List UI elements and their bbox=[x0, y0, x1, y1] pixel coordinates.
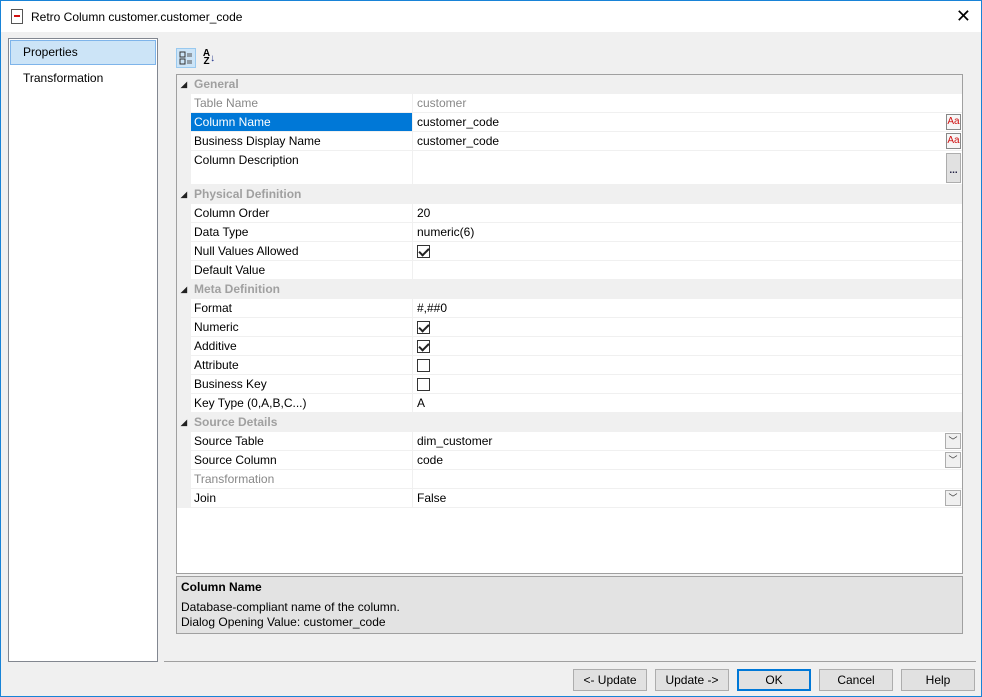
property-value[interactable]: customer_code bbox=[417, 115, 499, 129]
category-label: Physical Definition bbox=[194, 187, 302, 201]
property-value[interactable]: customer_code bbox=[417, 134, 499, 148]
text-editor-icon[interactable]: Aa bbox=[946, 133, 961, 149]
property-value[interactable]: A bbox=[417, 396, 425, 410]
property-row-null-values-allowed[interactable]: Null Values Allowed bbox=[177, 242, 962, 261]
categorized-view-button[interactable] bbox=[176, 48, 196, 68]
sort-az-icon: AZ bbox=[202, 48, 211, 67]
help-panel: Column Name Database-compliant name of t… bbox=[176, 576, 963, 634]
property-row-default-value[interactable]: Default Value bbox=[177, 261, 962, 280]
alphabetical-sort-button[interactable]: A Z ↓ bbox=[199, 48, 219, 68]
ok-button[interactable]: OK bbox=[737, 669, 811, 691]
categorized-icon bbox=[179, 51, 192, 65]
property-name: Numeric bbox=[191, 318, 413, 336]
checkbox[interactable] bbox=[417, 321, 430, 334]
ellipsis-button[interactable]: ... bbox=[946, 153, 961, 183]
property-row-attribute[interactable]: Attribute bbox=[177, 356, 962, 375]
property-row-data-type[interactable]: Data Type numeric(6) bbox=[177, 223, 962, 242]
chevron-down-icon[interactable]: ﹀ bbox=[945, 433, 961, 449]
property-value[interactable]: code bbox=[417, 453, 443, 467]
property-name: Additive bbox=[191, 337, 413, 355]
column-icon bbox=[11, 9, 23, 24]
property-row-column-order[interactable]: Column Order 20 bbox=[177, 204, 962, 223]
chevron-down-icon[interactable]: ﹀ bbox=[945, 490, 961, 506]
property-row-business-key[interactable]: Business Key bbox=[177, 375, 962, 394]
property-value[interactable]: False bbox=[417, 491, 446, 505]
divider bbox=[164, 661, 976, 662]
property-value: customer bbox=[417, 96, 467, 110]
property-row-column-description[interactable]: Column Description... bbox=[177, 151, 962, 185]
property-name: Column Order bbox=[191, 204, 413, 222]
checkbox[interactable] bbox=[417, 340, 430, 353]
previous-update-button[interactable]: <- Update bbox=[573, 669, 647, 691]
help-button[interactable]: Help bbox=[901, 669, 975, 691]
property-row-transformation[interactable]: Transformation bbox=[177, 470, 962, 489]
property-row-source-table[interactable]: Source Table dim_customer ﹀ bbox=[177, 432, 962, 451]
property-value[interactable]: dim_customer bbox=[417, 434, 492, 448]
property-name: Format bbox=[191, 299, 413, 317]
category-physical-definition[interactable]: ◢ Physical Definition bbox=[177, 185, 962, 204]
checkbox[interactable] bbox=[417, 378, 430, 391]
category-label: Meta Definition bbox=[194, 282, 280, 296]
property-row-table-name[interactable]: Table Name customer bbox=[177, 94, 962, 113]
property-name: Null Values Allowed bbox=[191, 242, 413, 260]
checkbox[interactable] bbox=[417, 245, 430, 258]
property-name: Column Description bbox=[191, 151, 413, 184]
checkbox[interactable] bbox=[417, 359, 430, 372]
property-row-join[interactable]: Join False ﹀ bbox=[177, 489, 962, 508]
collapse-icon[interactable]: ◢ bbox=[177, 75, 191, 93]
nav-item-properties[interactable]: Properties bbox=[10, 40, 156, 65]
property-value[interactable]: 20 bbox=[417, 206, 430, 220]
page-list: Properties Transformation bbox=[8, 38, 158, 662]
category-meta-definition[interactable]: ◢ Meta Definition bbox=[177, 280, 962, 299]
property-name: Attribute bbox=[191, 356, 413, 374]
nav-item-transformation[interactable]: Transformation bbox=[10, 66, 156, 91]
text-editor-icon[interactable]: Aa bbox=[946, 114, 961, 130]
collapse-icon[interactable]: ◢ bbox=[177, 185, 191, 203]
property-row-column-name[interactable]: Column Name customer_code Aa bbox=[177, 113, 962, 132]
collapse-icon[interactable]: ◢ bbox=[177, 280, 191, 298]
chevron-down-icon[interactable]: ﹀ bbox=[945, 452, 961, 468]
property-name: Column Name bbox=[191, 113, 413, 131]
category-label: Source Details bbox=[194, 415, 278, 429]
property-name: Table Name bbox=[191, 94, 413, 112]
category-source-details[interactable]: ◢ Source Details bbox=[177, 413, 962, 432]
window-title: Retro Column customer.customer_code bbox=[31, 9, 243, 24]
property-row-format[interactable]: Format #,##0 bbox=[177, 299, 962, 318]
property-name: Business Key bbox=[191, 375, 413, 393]
help-opening-value: Dialog Opening Value: customer_code bbox=[181, 615, 386, 629]
category-general[interactable]: ◢ General bbox=[177, 75, 962, 94]
help-description: Database-compliant name of the column. bbox=[181, 600, 400, 614]
property-name: Source Column bbox=[191, 451, 413, 469]
property-name: Data Type bbox=[191, 223, 413, 241]
property-name: Key Type (0,A,B,C...) bbox=[191, 394, 413, 412]
property-grid: ◢ General Table Name customer Column Name cus… bbox=[176, 74, 963, 574]
next-update-button[interactable]: Update -> bbox=[655, 669, 729, 691]
property-row-additive[interactable]: Additive bbox=[177, 337, 962, 356]
property-name: Business Display Name bbox=[191, 132, 413, 150]
property-row-source-column[interactable]: Source Column code ﹀ bbox=[177, 451, 962, 470]
property-row-key-type-0-a-b-c[interactable]: Key Type (0,A,B,C...) A bbox=[177, 394, 962, 413]
help-title: Column Name bbox=[181, 580, 262, 594]
close-icon[interactable]: ✕ bbox=[956, 6, 971, 27]
property-name: Source Table bbox=[191, 432, 413, 450]
property-value[interactable]: numeric(6) bbox=[417, 225, 474, 239]
cancel-button[interactable]: Cancel bbox=[819, 669, 893, 691]
property-value[interactable]: #,##0 bbox=[417, 301, 447, 315]
title-bar: Retro Column customer.customer_code ✕ bbox=[1, 1, 981, 32]
category-label: General bbox=[194, 77, 239, 91]
property-name: Default Value bbox=[191, 261, 413, 279]
property-row-numeric[interactable]: Numeric bbox=[177, 318, 962, 337]
collapse-icon[interactable]: ◢ bbox=[177, 413, 191, 431]
property-name: Join bbox=[191, 489, 413, 507]
property-row-business-display-name[interactable]: Business Display Name customer_code Aa bbox=[177, 132, 962, 151]
property-name: Transformation bbox=[191, 470, 413, 488]
